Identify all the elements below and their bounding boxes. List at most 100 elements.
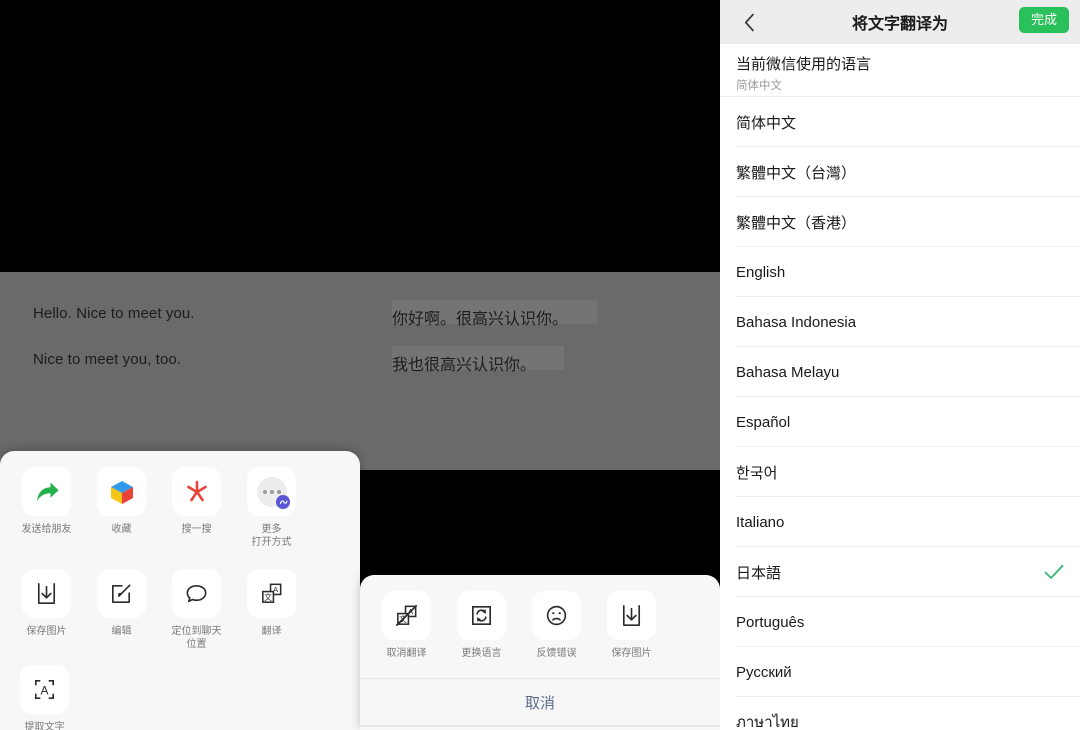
language-row-russian[interactable]: Русский	[720, 647, 1080, 697]
share-item-label: 发送给朋友	[21, 524, 72, 535]
share-tile	[172, 569, 221, 618]
current-language-label: 当前微信使用的语言	[736, 56, 872, 73]
translate-item-report-error[interactable]: 反馈错误	[526, 591, 587, 660]
share-item-label: 定位到聊天 位置	[172, 625, 222, 651]
language-row-simplified-chinese[interactable]: 简体中文	[720, 97, 1080, 147]
translate-action-sheet: A 文 取消翻译	[360, 575, 720, 730]
translate-icon: A 文	[262, 583, 282, 603]
language-name: Português	[736, 613, 805, 631]
language-name: Русский	[736, 663, 792, 681]
chat-line-original-1: Hello. Nice to meet you.	[33, 305, 195, 322]
share-tile	[97, 467, 146, 516]
share-item-label: 保存图片	[26, 626, 67, 637]
svg-text:A: A	[40, 683, 49, 697]
language-row-korean[interactable]: 한국어	[720, 447, 1080, 497]
language-row-english[interactable]: English	[720, 247, 1080, 297]
language-row-espanol[interactable]: Español	[720, 397, 1080, 447]
share-action-sheet: 发送给朋友 收藏 搜一搜 更多 打开方式 保存图片 编辑 定位到聊天 位置 A …	[0, 451, 360, 730]
language-name: English	[736, 263, 786, 281]
share-item-label-line1: 定位到聊天	[171, 626, 222, 637]
share-sheet-row-2: 保存图片 编辑 定位到聊天 位置 A 文 翻译 A 提取文字	[0, 565, 360, 730]
page-title: 将文字翻译为	[851, 16, 948, 33]
chevron-left-icon	[744, 13, 754, 31]
share-item-search[interactable]: 搜一搜	[166, 467, 227, 549]
language-row-bahasa-indonesia[interactable]: Bahasa Indonesia	[720, 297, 1080, 347]
chat-line-translated-2: 我也很高兴认识你。	[392, 357, 537, 374]
translate-tile	[532, 591, 581, 640]
miniprogram-glyph-icon	[279, 500, 287, 504]
share-item-translate[interactable]: A 文 翻译	[241, 569, 302, 651]
translate-item-label: 反馈错误	[536, 648, 577, 659]
share-item-save-image[interactable]: 保存图片	[16, 569, 77, 651]
chat-column-original: Hello. Nice to meet you. Nice to meet yo…	[0, 272, 360, 470]
refresh-box-icon	[472, 606, 491, 625]
language-row-thai[interactable]: ภาษาไทย	[720, 697, 1080, 730]
share-tile: A	[20, 665, 69, 714]
language-row-japanese[interactable]: 日本語	[720, 547, 1080, 597]
share-item-locate-in-chat[interactable]: 定位到聊天 位置	[166, 569, 227, 651]
translate-tile: A 文	[382, 591, 431, 640]
chat-bubble-icon	[186, 584, 207, 603]
share-item-label-line1: 更多	[261, 524, 282, 535]
favorites-cube-icon	[110, 480, 133, 504]
translate-off-icon: A 文	[395, 604, 418, 627]
translate-item-label: 更换语言	[461, 648, 502, 659]
translate-tile	[457, 591, 506, 640]
left-phone-screen: Hello. Nice to meet you. Nice to meet yo…	[0, 0, 720, 730]
chat-column-translated: 你好啊。很高兴认识你。 我也很高兴认识你。	[360, 272, 720, 470]
language-name: 简体中文	[736, 114, 797, 132]
share-item-label-line2: 打开方式	[251, 537, 292, 548]
share-item-label: 更多 打开方式	[252, 523, 292, 549]
share-item-label: 搜一搜	[181, 524, 212, 535]
language-row-traditional-chinese-hk[interactable]: 繁體中文（香港）	[720, 197, 1080, 247]
miniprogram-badge-icon	[276, 495, 290, 509]
back-button[interactable]	[732, 0, 766, 44]
download-icon	[37, 583, 56, 604]
translate-item-change-language[interactable]: 更换语言	[451, 591, 512, 660]
screenshot-root: Hello. Nice to meet you. Nice to meet yo…	[0, 0, 1080, 730]
edit-pencil-icon	[112, 584, 131, 603]
translate-sheet-cancel-button[interactable]: 取消	[360, 679, 720, 725]
share-item-favorites[interactable]: 收藏	[91, 467, 152, 549]
selected-check-icon	[1044, 564, 1064, 580]
language-name: 한국어	[736, 464, 778, 482]
image-preview-top-letterbox	[0, 0, 720, 272]
language-name: 繁體中文（台灣）	[736, 164, 857, 182]
language-row-bahasa-melayu[interactable]: Bahasa Melayu	[720, 347, 1080, 397]
translate-item-label: 取消翻译	[386, 648, 427, 659]
share-tile: A 文	[247, 569, 296, 618]
translate-item-label: 保存图片	[611, 648, 652, 659]
language-row-portugues[interactable]: Português	[720, 597, 1080, 647]
share-tile	[22, 569, 71, 618]
language-name: ภาษาไทย	[736, 714, 799, 730]
language-name: Bahasa Melayu	[736, 363, 840, 381]
language-list: 当前微信使用的语言 简体中文 简体中文 繁體中文（台灣） 繁體中文（香港） En…	[720, 44, 1080, 730]
share-item-send-to-friend[interactable]: 发送给朋友	[16, 467, 77, 549]
search-sparkle-icon	[186, 480, 207, 501]
share-sheet-row-1: 发送给朋友 收藏 搜一搜 更多 打开方式	[0, 451, 360, 565]
share-item-label: 翻译	[261, 626, 282, 637]
share-tile	[172, 467, 221, 516]
share-item-label-line2: 位置	[186, 639, 207, 650]
language-picker-screen: 将文字翻译为 完成 当前微信使用的语言 简体中文 简体中文 繁體中文（台灣） 繁…	[720, 0, 1080, 730]
language-name: 日本語	[736, 564, 782, 582]
share-item-more-open-with[interactable]: 更多 打开方式	[241, 467, 302, 549]
translated-chat-image: Hello. Nice to meet you. Nice to meet yo…	[0, 272, 720, 470]
share-item-edit[interactable]: 编辑	[91, 569, 152, 651]
svg-text:文: 文	[264, 592, 272, 602]
navigation-bar: 将文字翻译为 完成	[720, 0, 1080, 44]
translate-tile	[607, 591, 656, 640]
language-row-traditional-chinese-tw[interactable]: 繁體中文（台灣）	[720, 147, 1080, 197]
sad-face-icon	[546, 605, 567, 626]
translate-item-cancel-translation[interactable]: A 文 取消翻译	[376, 591, 437, 660]
language-name: Español	[736, 413, 791, 431]
current-language-value: 简体中文	[736, 80, 782, 92]
translate-item-save-image[interactable]: 保存图片	[601, 591, 662, 660]
share-item-extract-text[interactable]: A 提取文字	[14, 665, 75, 730]
share-arrow-icon	[36, 482, 58, 501]
download-icon	[622, 605, 641, 626]
share-item-label: 提取文字	[24, 722, 65, 730]
share-tile	[22, 467, 71, 516]
language-row-italiano[interactable]: Italiano	[720, 497, 1080, 547]
done-button[interactable]: 完成	[1018, 7, 1069, 33]
